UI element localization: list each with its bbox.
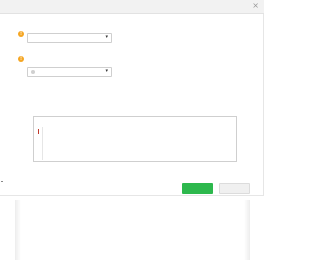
confirm-button[interactable] <box>182 183 213 194</box>
method-select[interactable]: ▾ <box>27 67 112 77</box>
domain-settings-dialog: × ! ▾ ! ▾ <box>0 0 264 196</box>
textarea-guide-line <box>42 127 43 160</box>
right-shadow-bar <box>244 200 250 260</box>
chevron-down-icon: ▾ <box>105 34 108 40</box>
close-icon[interactable]: × <box>252 1 259 10</box>
left-shadow-bar <box>15 200 21 260</box>
option-dot-icon <box>31 70 35 74</box>
info-icon[interactable]: ! <box>18 55 24 62</box>
domain-textarea[interactable] <box>33 116 237 162</box>
info-icon[interactable]: ! <box>18 30 24 37</box>
text-cursor <box>38 129 39 134</box>
edge-marker <box>1 181 3 182</box>
account-label-row: ! <box>15 30 24 37</box>
method-label-row: ! <box>15 55 24 62</box>
chevron-down-icon: ▾ <box>105 68 108 74</box>
dialog-titlebar: × <box>0 0 264 14</box>
cancel-button[interactable] <box>219 183 250 194</box>
account-select[interactable]: ▾ <box>27 33 112 43</box>
